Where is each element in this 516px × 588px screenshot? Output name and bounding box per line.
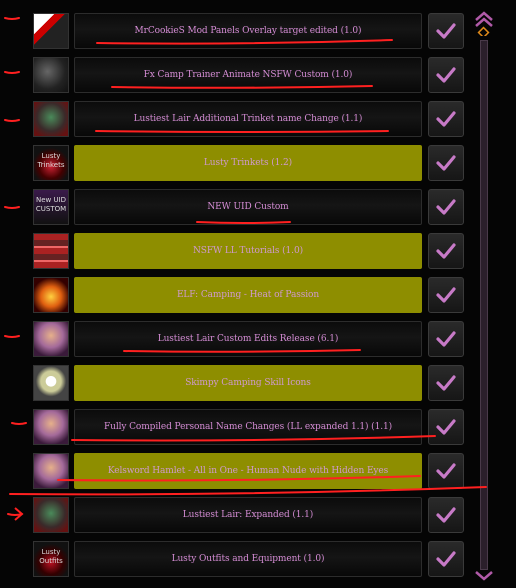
checkmark-icon — [436, 463, 456, 479]
mod-row[interactable]: Lusty Outfits Lusty Outfits and Equipment… — [0, 538, 470, 580]
mod-title: Kelsword Hamlet - All in One - Human Nud… — [107, 466, 389, 476]
enable-checkbox[interactable] — [428, 189, 464, 225]
enable-checkbox[interactable] — [428, 233, 464, 269]
scroll-up-button[interactable] — [472, 8, 496, 38]
enable-checkbox[interactable] — [428, 13, 464, 49]
checkmark-icon — [436, 287, 456, 303]
checkmark-icon — [436, 155, 456, 171]
mod-list: MrCookieS Mod Panels Overlay target edit… — [0, 0, 470, 586]
enable-checkbox[interactable] — [428, 453, 464, 489]
checkmark-icon — [436, 419, 456, 435]
enable-checkbox[interactable] — [428, 57, 464, 93]
checkmark-icon — [436, 551, 456, 567]
enable-checkbox[interactable] — [428, 541, 464, 577]
mod-row[interactable]: Skimpy Camping Skill Icons — [0, 362, 470, 404]
checkmark-icon — [436, 507, 456, 523]
thumbnail-caption: Lusty Outfits — [39, 548, 63, 565]
mod-title: Lusty Trinkets (1.2) — [203, 158, 293, 168]
enable-checkbox[interactable] — [428, 145, 464, 181]
character-portrait-icon — [33, 453, 69, 489]
mod-row[interactable]: New UID CUSTOM NEW UID Custom — [0, 186, 470, 228]
fire-icon — [33, 277, 69, 313]
mod-title: Fx Camp Trainer Animate NSFW Custom (1.0… — [143, 70, 353, 80]
skill-icon — [33, 365, 69, 401]
checkmark-icon — [436, 111, 456, 127]
mod-title: Lustiest Lair Custom Edits Release (6.1) — [157, 334, 339, 344]
checkmark-icon — [436, 243, 456, 259]
scroll-down-button[interactable] — [472, 568, 496, 588]
enable-checkbox[interactable] — [428, 365, 464, 401]
checkmark-icon — [436, 199, 456, 215]
mod-title: Lusty Outfits and Equipment (1.0) — [171, 554, 325, 564]
chevron-up-icon — [475, 11, 493, 36]
scroll-track[interactable] — [480, 40, 488, 570]
mod-title: MrCookieS Mod Panels Overlay target edit… — [134, 26, 362, 36]
mod-title: NEW UID Custom — [207, 202, 289, 212]
mod-row[interactable]: Lustiest Lair Additional Trinket name Ch… — [0, 98, 470, 140]
mod-title: Lustiest Lair Additional Trinket name Ch… — [133, 114, 363, 124]
checkmark-icon — [436, 331, 456, 347]
mod-title: Skimpy Camping Skill Icons — [185, 378, 311, 388]
mod-row[interactable]: Lustiest Lair: Expanded (1.1) — [0, 494, 470, 536]
mod-title: NSFW LL Tutorials (1.0) — [193, 246, 303, 256]
mod-row[interactable]: Kelsword Hamlet - All in One - Human Nud… — [0, 450, 470, 492]
enable-checkbox[interactable] — [428, 321, 464, 357]
checkmark-icon — [436, 67, 456, 83]
mod-title: ELF: Camping - Heat of Passion — [176, 290, 320, 300]
green-creature-icon — [33, 101, 69, 137]
thumbnail-caption: New UID CUSTOM — [35, 196, 67, 213]
enable-checkbox[interactable] — [428, 277, 464, 313]
scrollbar[interactable] — [472, 8, 496, 586]
mod-row[interactable]: MrCookieS Mod Panels Overlay target edit… — [0, 10, 470, 52]
mod-row[interactable]: NSFW LL Tutorials (1.0) — [0, 230, 470, 272]
heart-outfit-icon: Lusty Outfits — [33, 541, 69, 577]
checkmark-icon — [436, 375, 456, 391]
enable-checkbox[interactable] — [428, 497, 464, 533]
enable-checkbox[interactable] — [428, 409, 464, 445]
red-poster-icon — [33, 233, 69, 269]
pixel-art-icon — [33, 13, 69, 49]
character-portrait-icon — [33, 409, 69, 445]
new-uid-icon: New UID CUSTOM — [33, 189, 69, 225]
mod-row[interactable]: Fx Camp Trainer Animate NSFW Custom (1.0… — [0, 54, 470, 96]
dark-figure-icon — [33, 57, 69, 93]
mod-row[interactable]: Fully Compiled Personal Name Changes (LL… — [0, 406, 470, 448]
character-portrait-icon — [33, 321, 69, 357]
mod-row[interactable]: ELF: Camping - Heat of Passion — [0, 274, 470, 316]
mod-row[interactable]: Lusty Trinkets Lusty Trinkets (1.2) — [0, 142, 470, 184]
heart-trinket-icon: Lusty Trinkets — [33, 145, 69, 181]
mod-title: Fully Compiled Personal Name Changes (LL… — [103, 422, 393, 432]
mod-title: Lustiest Lair: Expanded (1.1) — [182, 510, 314, 520]
mod-row[interactable]: Lustiest Lair Custom Edits Release (6.1) — [0, 318, 470, 360]
checkmark-icon — [436, 23, 456, 39]
chevron-down-icon — [475, 571, 493, 581]
green-creature-icon — [33, 497, 69, 533]
enable-checkbox[interactable] — [428, 101, 464, 137]
thumbnail-caption: Lusty Trinkets — [37, 152, 65, 169]
